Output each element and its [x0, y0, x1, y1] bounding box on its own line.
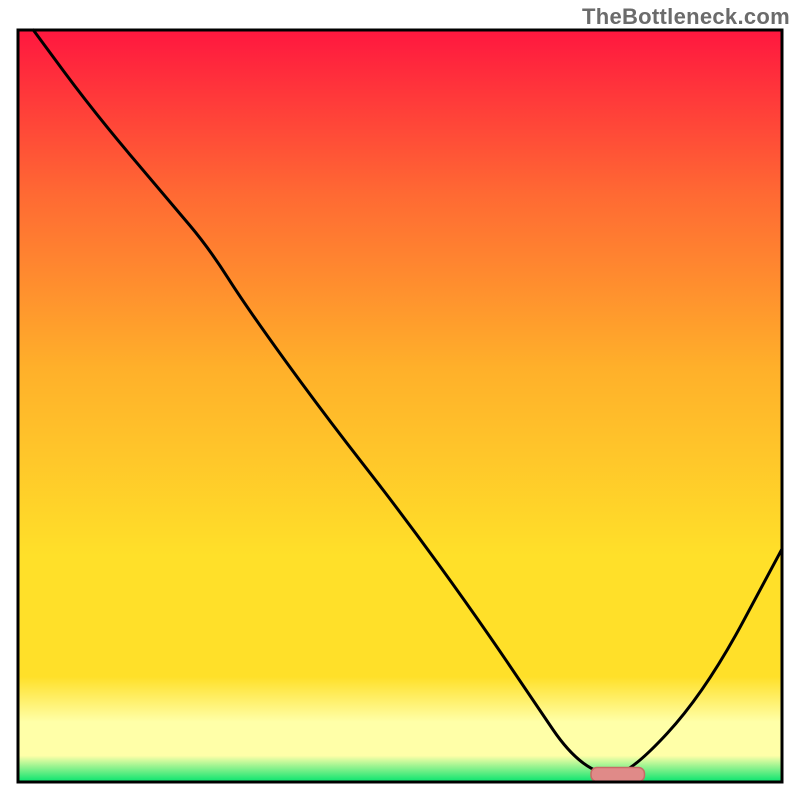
- chart-container: { "watermark": "TheBottleneck.com", "col…: [0, 0, 800, 800]
- plot-background: [18, 30, 782, 782]
- watermark-text: TheBottleneck.com: [582, 4, 790, 30]
- bottleneck-chart: [0, 0, 800, 800]
- optimal-marker: [591, 767, 644, 781]
